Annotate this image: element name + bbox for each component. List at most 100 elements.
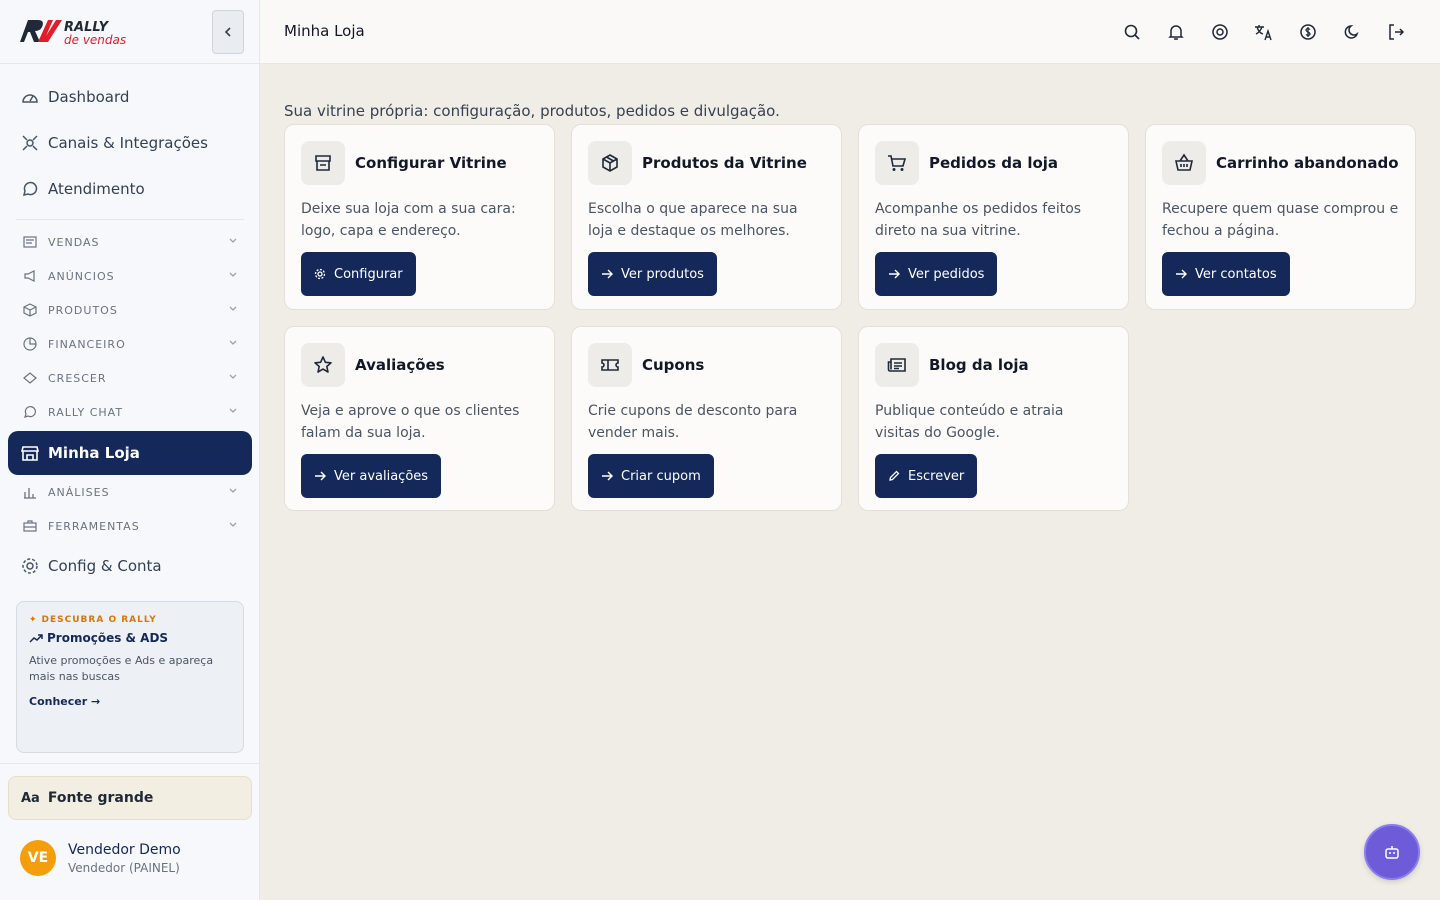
- arrow-right-icon: [314, 470, 326, 482]
- card-blog-loja: Blog da loja Publique conteúdo e atraia …: [858, 326, 1129, 511]
- card-avaliacoes: Avaliações Veja e aprove o que os client…: [284, 326, 555, 511]
- dashboard-icon: [20, 87, 40, 107]
- storefront-icon: [301, 141, 345, 185]
- card-title: Configurar Vitrine: [355, 154, 507, 172]
- configurar-button[interactable]: Configurar: [301, 252, 416, 296]
- assistant-fab-button[interactable]: [1364, 824, 1420, 880]
- finance-icon: [22, 336, 38, 352]
- avatar: VE: [20, 840, 56, 876]
- ver-avaliacoes-button[interactable]: Ver avaliações: [301, 454, 442, 498]
- large-font-button[interactable]: Aa Fonte grande: [8, 776, 252, 820]
- card-title: Pedidos da loja: [929, 154, 1059, 172]
- collapse-sidebar-button[interactable]: [212, 10, 244, 54]
- ver-pedidos-button[interactable]: Ver pedidos: [875, 252, 998, 296]
- chat-icon: [22, 404, 38, 420]
- topbar: Minha Loja: [260, 0, 1440, 64]
- currency-icon[interactable]: [1296, 20, 1320, 44]
- button-label: Ver contatos: [1195, 266, 1277, 282]
- chevron-down-icon: [229, 306, 237, 311]
- promo-description: Ative promoções e Ads e apareça mais nas…: [29, 654, 214, 683]
- help-icon[interactable]: [1208, 20, 1232, 44]
- sidebar-item-label: Minha Loja: [48, 444, 140, 462]
- topbar-actions: [1120, 20, 1408, 44]
- gear-icon: [20, 556, 40, 576]
- megaphone-icon: [22, 268, 38, 284]
- ver-produtos-button[interactable]: Ver produtos: [588, 252, 717, 296]
- sidebar-section-vendas[interactable]: VENDAS: [8, 226, 252, 258]
- section-label: ANÁLISES: [48, 485, 110, 499]
- chevron-down-icon: [229, 272, 237, 277]
- card-title: Carrinho abandonado: [1216, 154, 1399, 172]
- card-description: Recupere quem quase comprou e fechou a p…: [1162, 201, 1399, 239]
- card-carrinho-abandonado: Carrinho abandonado Recupere quem quase …: [1145, 124, 1416, 310]
- promo-title-text: Promoções & ADS: [47, 631, 169, 645]
- section-label: PRODUTOS: [48, 303, 118, 317]
- font-size-icon: Aa: [21, 790, 40, 806]
- sidebar-section-financeiro[interactable]: FINANCEIRO: [8, 328, 252, 360]
- sidebar-item-atendimento[interactable]: Atendimento: [8, 167, 252, 211]
- card-title: Produtos da Vitrine: [642, 154, 807, 172]
- section-label: RALLY CHAT: [48, 405, 124, 419]
- arrow-right-icon: [601, 268, 613, 280]
- card-title: Blog da loja: [929, 356, 1029, 374]
- card-description: Deixe sua loja com a sua cara: logo, cap…: [301, 201, 516, 239]
- rally-logo[interactable]: RALLY de vendas: [18, 16, 138, 48]
- sidebar-section-anuncios[interactable]: ANÚNCIOS: [8, 260, 252, 292]
- ticket-icon: [588, 343, 632, 387]
- button-label: Configurar: [334, 266, 403, 282]
- toolbox-icon: [22, 518, 38, 534]
- sidebar-section-rally-chat[interactable]: RALLY CHAT: [8, 396, 252, 428]
- moon-icon[interactable]: [1340, 20, 1364, 44]
- logout-icon[interactable]: [1384, 20, 1408, 44]
- user-info: Vendedor Demo Vendedor (PAINEL): [68, 842, 181, 875]
- promo-kicker: ✦ DESCUBRA O RALLY: [29, 615, 231, 625]
- user-role: Vendedor (PAINEL): [68, 860, 180, 875]
- growth-icon: [22, 370, 38, 386]
- sidebar-item-label: Dashboard: [48, 88, 130, 106]
- list-icon: [22, 234, 38, 250]
- button-label: Ver pedidos: [908, 266, 985, 282]
- sidebar-item-dashboard[interactable]: Dashboard: [8, 75, 252, 119]
- chevron-down-icon: [229, 340, 237, 345]
- user-name: Vendedor Demo: [68, 841, 181, 858]
- ver-contatos-button[interactable]: Ver contatos: [1162, 252, 1290, 296]
- criar-cupom-button[interactable]: Criar cupom: [588, 454, 714, 498]
- promo-kicker-text: DESCUBRA O RALLY: [41, 615, 157, 625]
- sidebar-divider: [16, 219, 244, 220]
- bot-icon: [1385, 846, 1399, 859]
- sidebar-section-analises[interactable]: ANÁLISES: [8, 476, 252, 508]
- card-description: Crie cupons de desconto para vender mais…: [588, 403, 798, 441]
- button-label: Ver produtos: [621, 266, 704, 282]
- translate-icon[interactable]: [1252, 20, 1276, 44]
- card-configurar-vitrine: Configurar Vitrine Deixe sua loja com a …: [284, 124, 555, 310]
- card-description: Escolha o que aparece na sua loja e dest…: [588, 201, 798, 239]
- card-description: Acompanhe os pedidos feitos direto na su…: [875, 201, 1082, 239]
- sidebar-section-ferramentas[interactable]: FERRAMENTAS: [8, 510, 252, 542]
- card-title: Avaliações: [355, 356, 445, 374]
- promo-link[interactable]: Conhecer →: [29, 695, 100, 708]
- chevron-down-icon: [229, 408, 237, 413]
- escrever-button[interactable]: Escrever: [875, 454, 978, 498]
- user-profile[interactable]: VE Vendedor Demo Vendedor (PAINEL): [20, 840, 181, 876]
- search-icon[interactable]: [1120, 20, 1144, 44]
- sidebar-item-label: Canais & Integrações: [48, 134, 208, 152]
- sidebar-item-config[interactable]: Config & Conta: [8, 544, 252, 588]
- arrow-right-icon: [601, 470, 613, 482]
- sidebar-section-produtos[interactable]: PRODUTOS: [8, 294, 252, 326]
- promo-title: Promoções & ADS: [29, 631, 231, 645]
- section-label: ANÚNCIOS: [48, 269, 115, 283]
- section-label: CRESCER: [48, 371, 107, 385]
- card-description: Veja e aprove o que os clientes falam da…: [301, 403, 520, 441]
- chevron-down-icon: [229, 374, 237, 379]
- store-icon: [20, 443, 40, 463]
- chevron-down-icon: [229, 522, 237, 527]
- button-label: Ver avaliações: [334, 468, 429, 484]
- card-pedidos-loja: Pedidos da loja Acompanhe os pedidos fei…: [858, 124, 1129, 310]
- trending-up-icon: [29, 634, 43, 643]
- sidebar-section-crescer[interactable]: CRESCER: [8, 362, 252, 394]
- bell-icon[interactable]: [1164, 20, 1188, 44]
- basket-icon: [1162, 141, 1206, 185]
- sidebar-item-integrations[interactable]: Canais & Integrações: [8, 121, 252, 165]
- sidebar-item-minha-loja[interactable]: Minha Loja: [8, 431, 252, 475]
- arrow-right-icon: [1175, 268, 1187, 280]
